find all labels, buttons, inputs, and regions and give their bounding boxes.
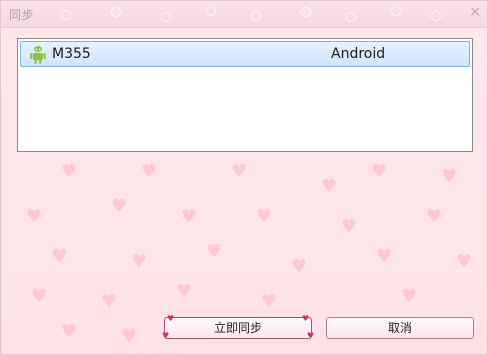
- device-row[interactable]: M355 Android: [20, 41, 470, 67]
- heart-decor: ♥: [167, 314, 175, 323]
- device-list[interactable]: M355 Android: [17, 38, 473, 152]
- android-icon: [30, 46, 46, 64]
- title-bar[interactable]: 同步 ×: [1, 1, 487, 28]
- heart-decor: ♥: [162, 331, 170, 340]
- heart-decor: ♥: [301, 314, 309, 323]
- sync-now-label: 立即同步: [213, 321, 262, 335]
- window-title: 同步: [9, 8, 35, 22]
- sync-dialog: ♥ ♥ ♥ ♥ ♥ ♥ ♥ ♥ ♥ ♥ ♥ ♥ ♥ ♥ ♥ ♥ ♥ ♥ ♥ ♥ …: [0, 0, 488, 355]
- device-name: M355: [52, 46, 91, 62]
- close-icon[interactable]: ×: [469, 4, 481, 20]
- cancel-button[interactable]: 取消: [326, 317, 474, 339]
- cancel-label: 取消: [387, 321, 412, 335]
- sync-now-button[interactable]: ♥ ♥ ♥ ♥ 立即同步: [162, 314, 314, 340]
- heart-decor: ♥: [306, 331, 314, 340]
- device-os: Android: [331, 46, 386, 62]
